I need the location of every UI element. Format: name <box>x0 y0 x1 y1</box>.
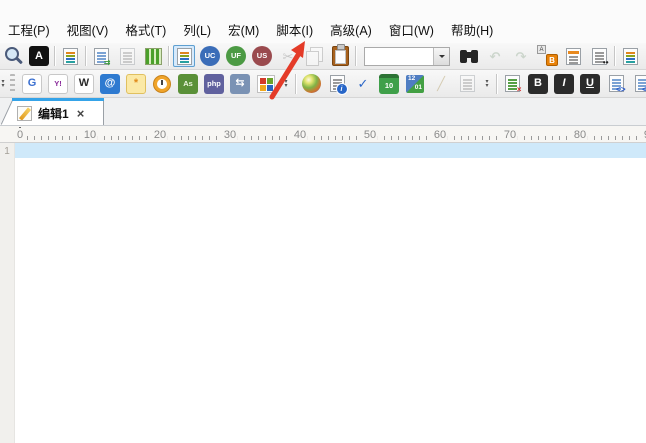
italic-icon[interactable]: I <box>553 73 575 95</box>
ruler-number: 10 <box>82 128 98 142</box>
toolbar-separator <box>614 46 615 66</box>
validate-icon[interactable]: ✓ <box>352 73 374 95</box>
menu-macro[interactable]: 宏(M) <box>228 20 259 39</box>
calendar-icon[interactable]: 10 <box>378 73 400 95</box>
menu-window[interactable]: 窗口(W) <box>389 20 434 39</box>
sync-icon[interactable]: ⇆ <box>229 73 251 95</box>
web-spiral-icon[interactable]: @ <box>99 73 121 95</box>
google-icon[interactable]: G <box>21 73 43 95</box>
toolbar-separator <box>85 46 86 66</box>
menu-script[interactable]: 脚本(I) <box>276 20 313 39</box>
copy-icon[interactable] <box>303 45 325 67</box>
toolbar-row-2: ▾▾GY!W@*Asphp⇆▾▾i✓101201╱▾▾×BIU<><><><> <box>0 70 646 98</box>
encoding-us-icon[interactable]: US <box>251 45 273 67</box>
ruler-number: 90 <box>642 128 646 142</box>
ruler-number: 80 <box>572 128 588 142</box>
syntax-color-doc-icon[interactable] <box>59 45 81 67</box>
find-icon[interactable] <box>458 45 480 67</box>
toolbar-separator <box>496 74 497 94</box>
toolbar-row-1: A ⇉ UCUFUS✂ ↶↷AB •• <box>0 43 646 70</box>
ruler-ticks <box>20 136 646 140</box>
actionscript-icon[interactable]: As <box>177 73 199 95</box>
yahoo-icon[interactable]: Y! <box>47 73 69 95</box>
search-combobox[interactable] <box>364 47 450 66</box>
cut-icon[interactable]: ✂ <box>277 45 299 67</box>
ruler-number: 60 <box>432 128 448 142</box>
edit-pencil-icon <box>17 106 32 121</box>
tab-close-icon[interactable]: × <box>77 107 85 120</box>
paste-icon[interactable] <box>329 45 351 67</box>
column-grid-icon[interactable] <box>142 45 164 67</box>
toolbar-separator <box>54 46 55 66</box>
toolbar-overflow-1[interactable]: ▾▾ <box>281 80 291 88</box>
code-doc-icon-1[interactable]: <> <box>605 73 627 95</box>
menu-project[interactable]: 工程(P) <box>8 20 50 39</box>
font-style-icon[interactable]: A <box>28 45 50 67</box>
text-content-area[interactable] <box>15 143 646 443</box>
doc-info-icon[interactable]: i <box>326 73 348 95</box>
magic-wand-icon[interactable]: ╱ <box>430 73 452 95</box>
print-layout-icon[interactable] <box>116 45 138 67</box>
ruler-number: 30 <box>222 128 238 142</box>
ruler-number: 20 <box>152 128 168 142</box>
zoom-preview-icon[interactable] <box>2 45 24 67</box>
find-in-doc-icon[interactable]: •• <box>588 45 610 67</box>
line-display-icon[interactable] <box>173 45 195 67</box>
ruler-number: 50 <box>362 128 378 142</box>
menubar: 工程(P) 视图(V) 格式(T) 列(L) 宏(M) 脚本(I) 高级(A) 窗口(W) 帮助… <box>0 0 646 43</box>
tab-label: 编辑1 <box>38 105 69 122</box>
tab-bar: 编辑1 × <box>0 98 646 126</box>
menu-view[interactable]: 视图(V) <box>67 20 109 39</box>
clock-icon[interactable] <box>151 73 173 95</box>
ruler-number: 0 <box>15 128 25 142</box>
word-wrap-icon[interactable]: ⇉ <box>90 45 112 67</box>
toolbar-overflow-edge[interactable]: ▾▾ <box>0 80 7 88</box>
tab-edit1[interactable]: 编辑1 × <box>0 98 104 125</box>
list-remove-icon[interactable]: × <box>501 73 523 95</box>
bold-icon[interactable]: B <box>527 73 549 95</box>
toolbar-overflow-2[interactable]: ▾▾ <box>482 80 492 88</box>
replace-icon[interactable]: AB <box>536 45 558 67</box>
wikipedia-icon[interactable]: W <box>73 73 95 95</box>
find-next-icon[interactable]: ↷ <box>510 45 532 67</box>
toolbar-separator <box>355 46 356 66</box>
menu-column[interactable]: 列(L) <box>183 20 211 39</box>
php-icon[interactable]: php <box>203 73 225 95</box>
ruler-number: 70 <box>502 128 518 142</box>
menu-advanced[interactable]: 高级(A) <box>330 20 372 39</box>
ruler-number: 40 <box>292 128 308 142</box>
toolbar-separator <box>295 74 296 94</box>
line-number-gutter: 1 <box>0 143 15 443</box>
office-grid-icon[interactable] <box>255 73 277 95</box>
toolbar-separator <box>168 46 169 66</box>
underline-icon[interactable]: U <box>579 73 601 95</box>
line-number: 1 <box>0 144 14 159</box>
editor-window: 工程(P) 视图(V) 格式(T) 列(L) 宏(M) 脚本(I) 高级(A) 窗口(W) 帮助… <box>0 0 646 443</box>
encoding-uf-icon[interactable]: UF <box>225 45 247 67</box>
align-left-icon[interactable] <box>619 45 641 67</box>
date-convert-icon[interactable]: 1201 <box>404 73 426 95</box>
toolbar-grip[interactable] <box>10 74 15 94</box>
menu-help[interactable]: 帮助(H) <box>451 20 493 39</box>
code-doc-icon-2[interactable]: <> <box>631 73 646 95</box>
highlight-line-doc-icon[interactable] <box>562 45 584 67</box>
menu-format[interactable]: 格式(T) <box>125 20 166 39</box>
combo-dropdown-arrow[interactable] <box>433 48 449 65</box>
find-previous-icon[interactable]: ↶ <box>484 45 506 67</box>
special-paste-doc-icon[interactable] <box>456 73 478 95</box>
encoding-uc-icon[interactable]: UC <box>199 45 221 67</box>
wizard-icon[interactable]: * <box>125 73 147 95</box>
current-line-highlight <box>15 143 646 158</box>
column-ruler: 0 10 20 30 40 50 60 70 80 90 <box>0 126 646 143</box>
edit-area: 1 <box>0 143 646 443</box>
color-sphere-icon[interactable] <box>300 73 322 95</box>
